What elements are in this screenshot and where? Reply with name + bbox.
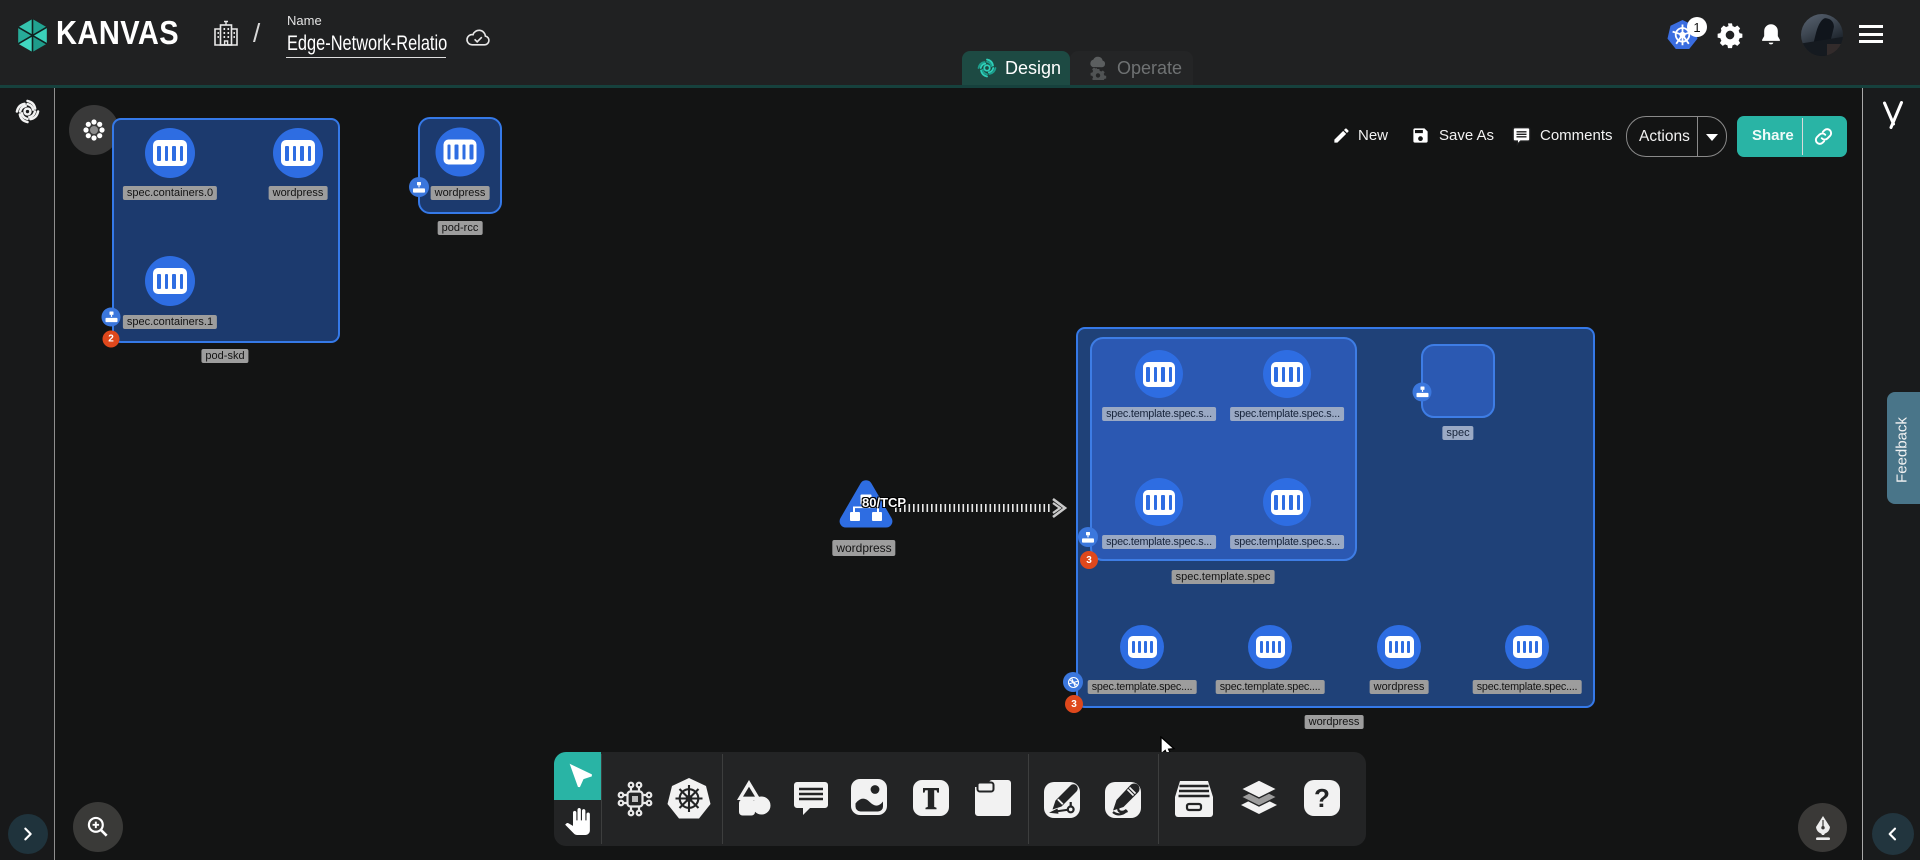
svg-text:?: ?: [1314, 783, 1330, 813]
